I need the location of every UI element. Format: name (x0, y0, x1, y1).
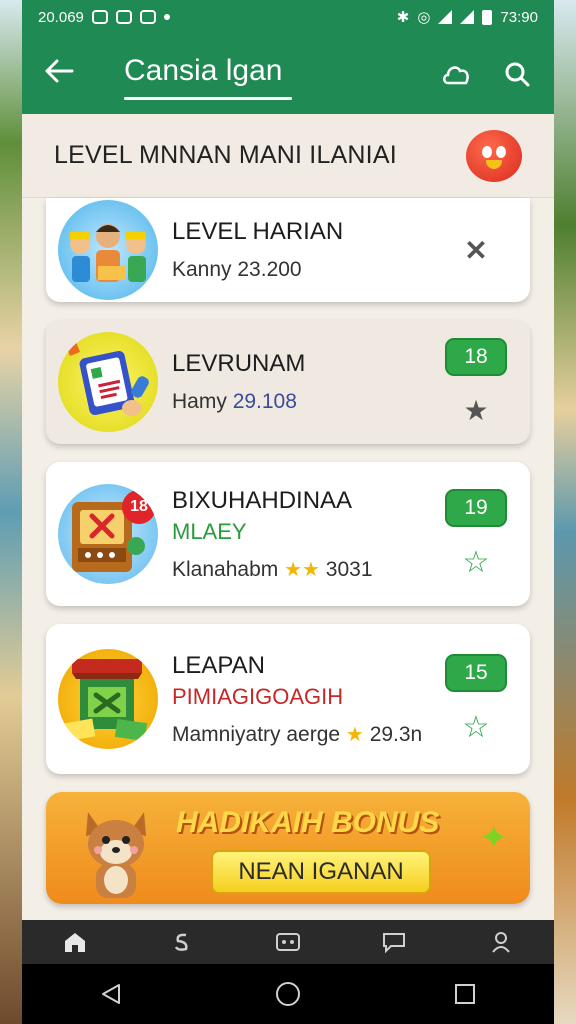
recents-square-icon[interactable] (445, 974, 485, 1014)
app-notification-icon (139, 10, 156, 24)
notification-icon (91, 10, 108, 24)
card-subtitle: PIMIAGIGOAGIH (172, 683, 344, 709)
star-outline-icon[interactable]: ☆ (463, 710, 490, 745)
section-header: LEVEL MNNAN MANI ILANIAI (22, 114, 554, 198)
bottom-navigation (22, 920, 554, 964)
app-bar: Cansia lgan (22, 34, 554, 114)
wifi-signal-icon (460, 10, 475, 24)
close-icon[interactable]: ✕ (464, 234, 487, 267)
fox-mascot-icon (86, 812, 146, 898)
card-title: LEVRUNAM (172, 350, 306, 377)
nav-home[interactable] (45, 930, 105, 954)
star-icon: ★ (345, 723, 364, 746)
level-card[interactable]: LEVRUNAM Hamy 29.108 18 ★ (46, 320, 530, 444)
card-meta-label: Hamy (172, 390, 227, 413)
nav-profile[interactable] (471, 930, 531, 954)
level-card[interactable]: 18 BIXUHAHDINAA MLAEY Klanahabm ★★ 3031 … (46, 462, 530, 606)
battery-icon (482, 9, 493, 25)
level-badge: 15 (445, 653, 507, 692)
arcade-machine-icon: 18 (58, 484, 158, 584)
profile-icon (491, 932, 510, 953)
card-meta-value: 3031 (325, 557, 373, 581)
level-card[interactable]: LEAPAN PIMIAGIGOAGIH Mamniyatry aerge ★ … (46, 624, 530, 774)
card-meta-label: Klanahabm (172, 557, 279, 581)
nav-chat[interactable] (364, 930, 424, 954)
level-badge: 19 (445, 488, 507, 527)
status-time: 20.069 (38, 8, 84, 26)
family-avatar-icon (58, 200, 158, 300)
card-meta-label: Mamniyatry aerge (172, 722, 341, 746)
card-title: LEAPAN (172, 651, 265, 679)
star-filled-icon[interactable]: ★ (463, 394, 488, 427)
card-title: LEVEL HARIAN (172, 218, 344, 245)
page-title: Cansia lgan (124, 54, 293, 100)
nav-games[interactable] (258, 930, 318, 954)
home-icon (65, 933, 86, 952)
bonus-title: HADIKAIH BONUS (176, 806, 440, 839)
level-list: LEVEL HARIAN Kanny 23.200 ✕ LEVRUNAM Ham… (22, 198, 554, 774)
red-mascot-icon[interactable] (466, 129, 522, 182)
status-bar: 20.069 ✱ ◎ 73:90 (22, 0, 554, 34)
card-meta-value: 29.108 (232, 390, 297, 413)
bluetooth-icon: ✱ (396, 9, 410, 26)
more-notifications-icon (163, 14, 170, 20)
background-scenery-left (0, 0, 24, 1024)
search-icon[interactable] (502, 59, 532, 89)
system-navigation-bar (22, 964, 554, 1024)
bonus-banner[interactable]: HADIKAIH BONUS NEAN IGANAN ✦ (46, 792, 530, 904)
back-arrow-icon[interactable] (44, 57, 84, 91)
phone-screen: 20.069 ✱ ◎ 73:90 Cansia lgan LEVEL MNNAN… (22, 0, 554, 1024)
chat-icon (383, 933, 406, 954)
signal-icon (438, 10, 453, 24)
shop-stall-icon (58, 649, 158, 749)
level-badge: 18 (445, 337, 507, 376)
star-outline-icon[interactable]: ☆ (463, 545, 490, 580)
corner-badge: 18 (122, 490, 156, 524)
gamepad-icon (275, 933, 300, 951)
level-card[interactable]: LEVEL HARIAN Kanny 23.200 ✕ (46, 198, 530, 302)
tablet-icon (58, 332, 158, 432)
card-meta-value: 29.3n (369, 722, 423, 746)
cloud-icon[interactable] (442, 59, 472, 89)
section-title: LEVEL MNNAN MANI ILANIAI (54, 141, 397, 169)
stars-icon: ★★ (284, 558, 320, 581)
status-clock: 73:90 (500, 8, 538, 26)
nav-levels[interactable] (152, 930, 212, 954)
card-meta: Kanny 23.200 (172, 258, 302, 281)
back-triangle-icon[interactable] (91, 974, 131, 1014)
card-title: BIXUHAHDINAA (172, 486, 353, 514)
message-icon (115, 10, 132, 24)
background-scenery-right (552, 0, 576, 1024)
home-circle-icon[interactable] (268, 974, 308, 1014)
coin-icon (174, 933, 188, 951)
claim-bonus-button[interactable]: NEAN IGANAN (211, 850, 431, 894)
card-subtitle: MLAEY (172, 518, 247, 544)
alarm-icon: ◎ (417, 9, 431, 26)
sparkle-icon: ✦ (479, 819, 509, 857)
